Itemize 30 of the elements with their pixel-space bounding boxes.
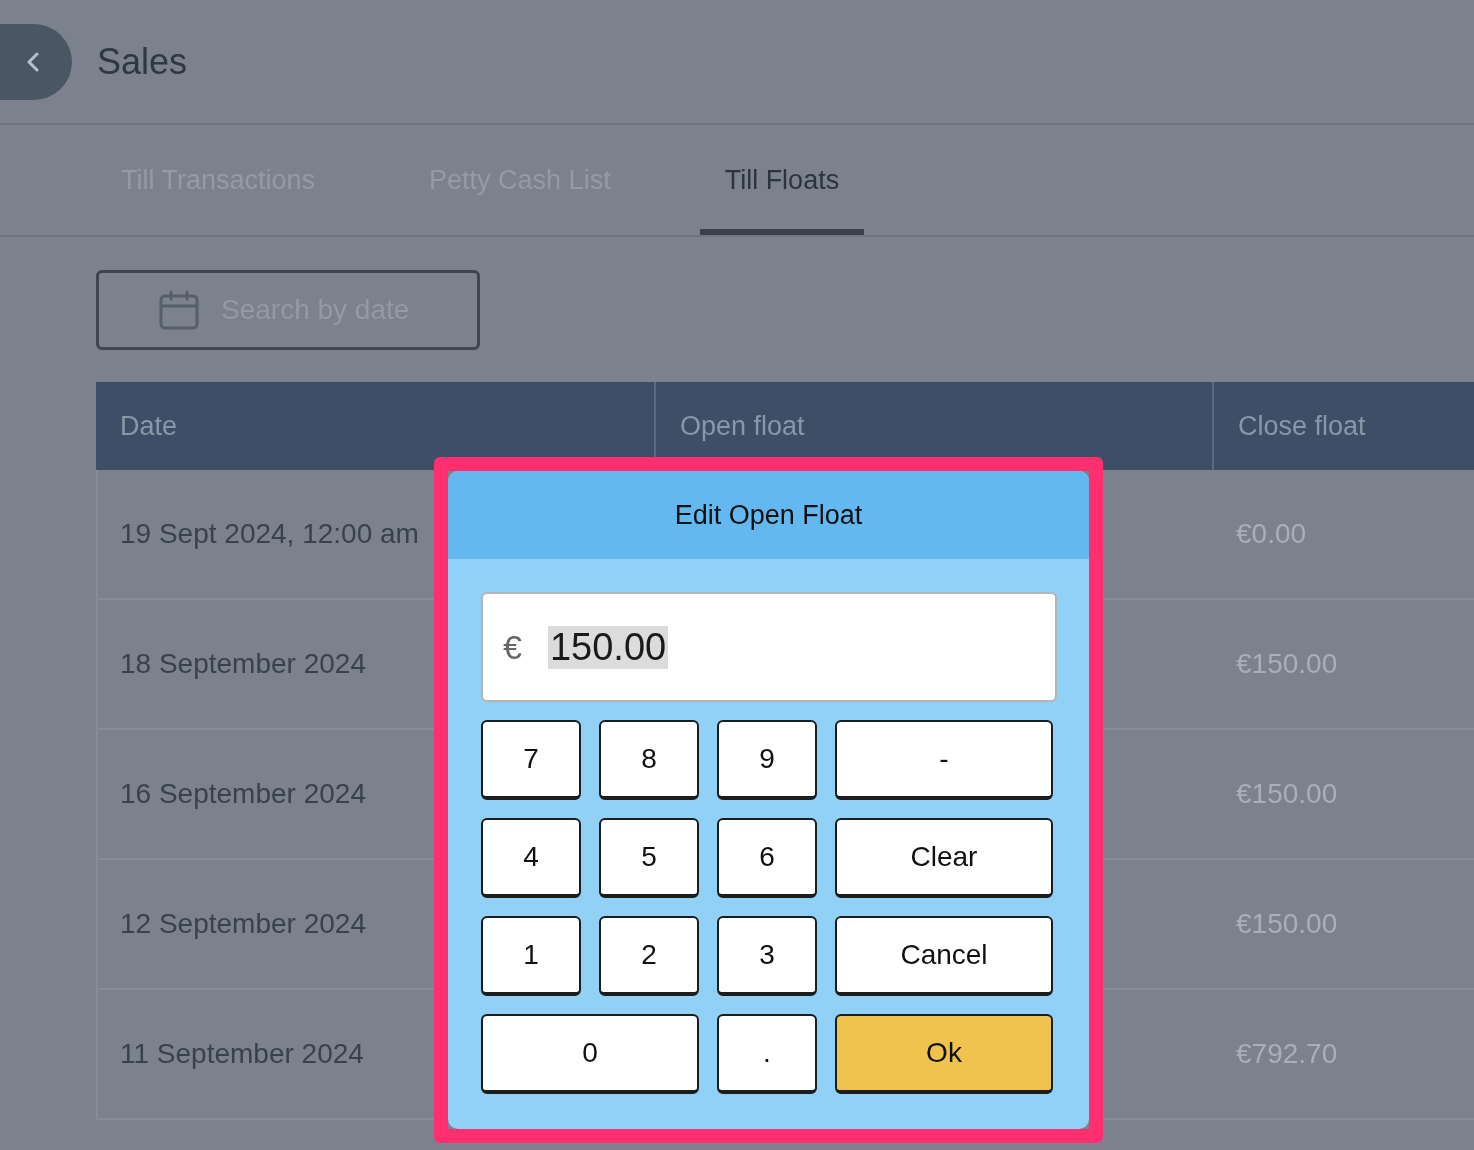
keypad-button[interactable]: - (835, 720, 1053, 800)
date-cell: 11 September 2024 (120, 1038, 364, 1070)
date-cell: 18 September 2024 (120, 648, 366, 680)
column-header: Close float (1212, 382, 1474, 470)
currency-symbol: € (503, 627, 522, 667)
page-title: Sales (97, 40, 188, 83)
back-button[interactable] (0, 23, 72, 100)
keypad-button[interactable]: 8 (599, 720, 699, 800)
amount-value: 150.00 (547, 625, 669, 669)
keypad-button[interactable]: 9 (717, 720, 817, 800)
date-cell: 16 September 2024 (120, 778, 366, 810)
keypad-button[interactable]: 7 (481, 720, 581, 800)
keypad-button[interactable]: 6 (717, 818, 817, 898)
keypad-button[interactable]: Clear (835, 818, 1053, 898)
keypad-button[interactable]: 2 (599, 916, 699, 996)
amount-field[interactable]: € 150.00 (481, 592, 1057, 702)
date-cell: 12 September 2024 (120, 908, 366, 940)
keypad-button[interactable]: 1 (481, 916, 581, 996)
calendar-icon (159, 290, 199, 330)
keypad-button[interactable]: 0 (481, 1014, 699, 1094)
keypad-button[interactable]: 3 (717, 916, 817, 996)
ok-button[interactable]: Ok (835, 1014, 1053, 1094)
chevron-left-icon (26, 51, 40, 72)
date-cell: 19 Sept 2024, 12:00 am (120, 518, 419, 550)
keypad-button[interactable]: 5 (599, 818, 699, 898)
dialog-title: Edit Open Float (448, 471, 1089, 559)
column-header: Date (119, 409, 179, 443)
keypad-button[interactable]: Cancel (835, 916, 1053, 996)
keypad-button[interactable]: . (717, 1014, 817, 1094)
keypad-button[interactable]: 4 (481, 818, 581, 898)
